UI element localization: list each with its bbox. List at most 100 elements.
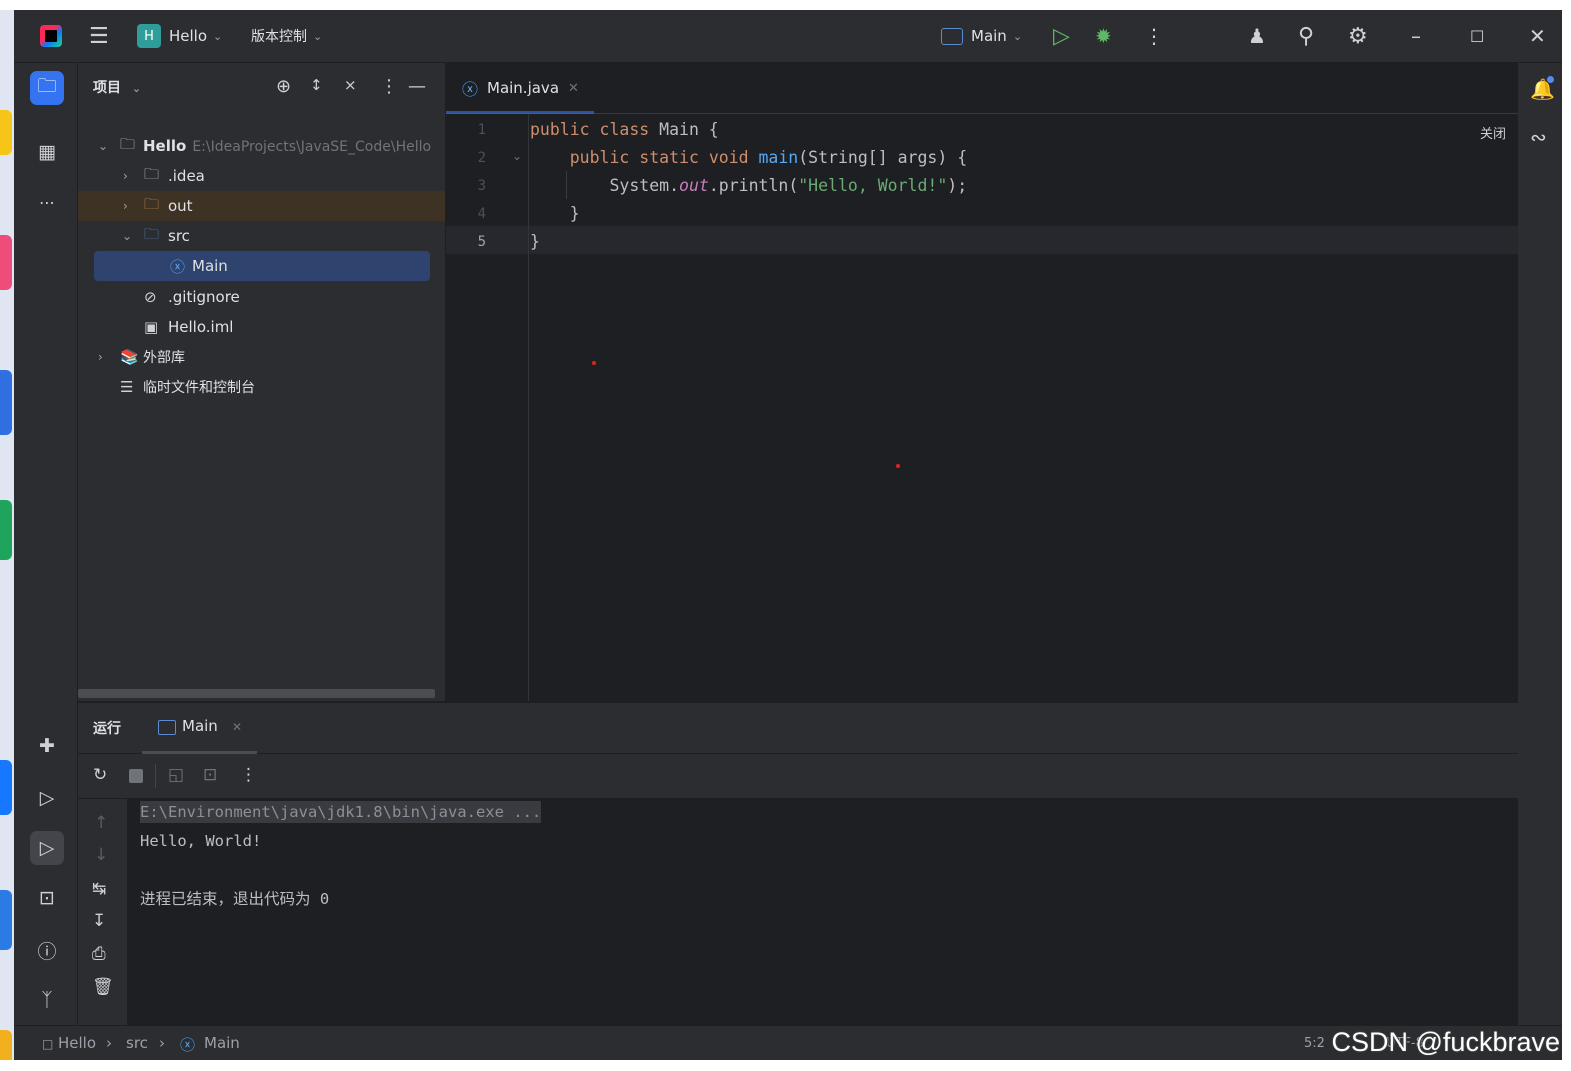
chevron-right-icon[interactable]: › [123, 199, 128, 213]
code-line-3[interactable]: System.out.println("Hello, World!"); [530, 176, 967, 195]
tree-item-label: Main [192, 257, 228, 275]
tab-main-java[interactable]: ⓧ Main.java ✕ [446, 63, 596, 114]
tree-item-out[interactable]: › 🗀 out [78, 191, 445, 221]
project-panel: 项目 ⌄ ⊕ ↕ ⨯ ⋮ — ⌄ 🗀 Hello E:\IdeaProjects\… [78, 63, 445, 701]
run-tab-main[interactable]: Main ✕ [142, 703, 257, 754]
ide-window: ☰ H Hello ⌄ 版本控制 ⌄ Main ⌄ ▷ ✹ ⋮ ♟ ⚲ ⚙ – … [14, 10, 1562, 1060]
ai-assistant-icon[interactable]: ∾ [1530, 125, 1547, 149]
tree-item-hello-iml[interactable]: ▣ Hello.iml [78, 312, 445, 342]
vcs-selector[interactable]: 版本控制 ⌄ [251, 10, 322, 62]
tree-item-idea[interactable]: › 🗀 .idea [78, 161, 445, 191]
terminal-icon[interactable]: ⊡ [30, 881, 64, 915]
excluded-folder-icon: 🗀 [144, 194, 160, 213]
project-panel-header: 项目 ⌄ ⊕ ↕ ⨯ ⋮ — [78, 63, 445, 111]
stop-icon[interactable] [129, 769, 143, 783]
more-actions-icon[interactable]: ⋮ [1144, 10, 1164, 62]
chevron-down-icon[interactable]: ⌄ [122, 229, 132, 243]
code-editor: ⓧ Main.java ✕ 1 2 ⌄ 3 4 5 public class M… [446, 63, 1518, 701]
tree-item-label: Hello.iml [168, 318, 234, 336]
close-tab-icon[interactable]: ✕ [232, 720, 242, 734]
breadcrumb-separator: › [159, 1034, 165, 1052]
search-icon[interactable]: ⚲ [1298, 10, 1314, 62]
soft-wrap-icon[interactable]: ↹ [92, 879, 106, 899]
status-bar: □ Hello › src › ⓧ Main 5:2 UTF-8 [14, 1025, 1562, 1060]
chevron-right-icon[interactable]: › [123, 169, 128, 183]
screenshot-camera-icon[interactable]: ◱ [168, 765, 184, 785]
close-tab-icon[interactable]: ✕ [568, 81, 579, 96]
settings-gear-icon[interactable]: ⚙ [1348, 10, 1368, 62]
run-config-selector[interactable]: Main ⌄ [941, 10, 1022, 62]
main-menu-icon[interactable]: ☰ [89, 10, 109, 62]
tree-item-scratches[interactable]: ☰ 临时文件和控制台 [78, 372, 445, 402]
library-icon: 📚 [120, 348, 139, 366]
run-tool-icon[interactable]: ▷ [30, 831, 64, 865]
restore-layout-icon[interactable]: ⊡ [203, 765, 217, 785]
tree-item-external-libraries[interactable]: › 📚 外部库 [78, 342, 445, 372]
services-icon[interactable]: ▷ [30, 781, 64, 815]
tab-label: Main.java [487, 79, 560, 97]
caret-position[interactable]: 5:2 [1304, 1036, 1325, 1051]
code-line-1[interactable]: public class Main { [530, 120, 719, 139]
run-icon[interactable]: ▷ [1053, 10, 1070, 62]
selection-highlight [94, 251, 430, 281]
chevron-down-icon: ⌄ [313, 29, 323, 43]
tree-item-label: out [168, 197, 193, 215]
project-name: Hello [169, 27, 208, 45]
scratches-icon: ☰ [120, 378, 134, 396]
expand-all-icon[interactable]: ↕ [310, 76, 323, 94]
close-window-icon[interactable]: ✕ [1529, 10, 1546, 62]
more-options-icon[interactable]: ⋮ [240, 765, 257, 785]
console-output-line: Hello, World! [140, 832, 262, 850]
console-command-line[interactable]: E:\Environment\java\jdk1.8\bin\java.exe … [140, 801, 542, 823]
horizontal-scrollbar[interactable] [78, 689, 435, 698]
hide-panel-icon[interactable]: — [408, 76, 426, 97]
code-line-5[interactable]: } [530, 232, 540, 251]
breadcrumb-src[interactable]: src [126, 1034, 148, 1052]
tree-item-src[interactable]: ⌄ 🗀 src [78, 221, 445, 251]
problems-icon[interactable]: ⓘ [30, 933, 64, 967]
rerun-icon[interactable]: ↻ [93, 765, 107, 785]
ide-logo-icon[interactable] [40, 10, 62, 62]
vcs-label: 版本控制 [251, 29, 307, 45]
maximize-icon[interactable]: ☐ [1470, 10, 1484, 62]
chevron-right-icon[interactable]: › [98, 350, 103, 364]
options-icon[interactable]: ⋮ [380, 76, 398, 97]
locate-icon[interactable]: ⊕ [276, 76, 291, 97]
run-config-icon [158, 720, 176, 735]
scroll-up-arrow-icon[interactable]: ↑ [94, 813, 108, 833]
scroll-to-end-icon[interactable]: ↧ [92, 911, 106, 931]
collapse-all-icon[interactable]: ⨯ [344, 76, 357, 94]
clear-trash-icon[interactable]: 🗑 [92, 977, 114, 997]
project-tool-icon[interactable]: 🗀 [30, 71, 64, 105]
console-side-toolbar: ↑ ↓ ↹ ↧ ⎙ 🗑 [78, 799, 126, 1026]
source-folder-icon: 🗀 [144, 224, 160, 243]
chevron-down-icon[interactable]: ⌄ [98, 139, 108, 153]
chevron-down-icon: ⌄ [131, 82, 142, 95]
tree-item-gitignore[interactable]: ⊘ .gitignore [78, 282, 445, 312]
module-file-icon: ▣ [144, 318, 159, 336]
console-output[interactable]: E:\Environment\java\jdk1.8\bin\java.exe … [127, 799, 1518, 1026]
project-selector[interactable]: H Hello ⌄ [137, 10, 222, 62]
current-line-highlight [446, 226, 1518, 254]
code-line-4[interactable]: } [530, 204, 580, 223]
fold-icon[interactable]: ⌄ [512, 149, 522, 163]
breadcrumb-hello[interactable]: Hello [58, 1034, 96, 1052]
scroll-down-arrow-icon[interactable]: ↓ [94, 845, 108, 865]
debug-icon[interactable]: ✹ [1095, 10, 1112, 62]
tree-item-hello[interactable]: ⌄ 🗀 Hello E:\IdeaProjects\JavaSE_Code\Hel… [78, 131, 445, 161]
desktop-app-icon [0, 110, 12, 155]
add-user-icon[interactable]: ♟ [1248, 10, 1266, 62]
tree-item-main[interactable]: ⓧ Main [78, 251, 445, 281]
breadcrumb-main[interactable]: Main [204, 1034, 240, 1052]
minimize-icon[interactable]: – [1411, 10, 1421, 62]
line-number: 4 [477, 206, 486, 222]
project-panel-title[interactable]: 项目 ⌄ [93, 77, 141, 97]
git-icon[interactable]: ᛉ [30, 983, 64, 1017]
toolbar-divider [155, 764, 156, 788]
reader-mode-toggle[interactable]: 关闭 [1480, 123, 1506, 142]
structure-tool-icon[interactable]: ▦ [30, 135, 64, 169]
code-line-2[interactable]: public static void main(String[] args) { [530, 148, 967, 167]
print-icon[interactable]: ⎙ [92, 944, 106, 964]
build-hammer-icon[interactable]: ✚ [30, 729, 64, 763]
more-tools-icon[interactable]: ⋯ [30, 185, 64, 219]
